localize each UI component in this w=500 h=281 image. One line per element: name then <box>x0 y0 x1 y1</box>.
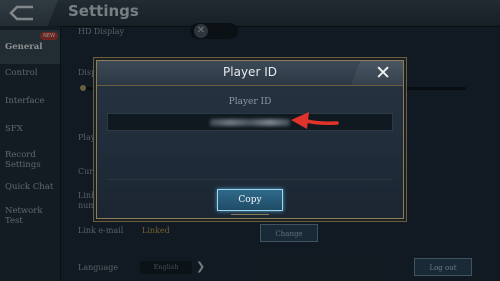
redacted-player-id <box>210 119 290 126</box>
divider <box>107 179 393 180</box>
close-icon: ✕ <box>375 62 391 84</box>
copy-button[interactable]: Copy <box>217 189 283 211</box>
frame-ornament <box>231 214 269 221</box>
player-id-dialog: Player ID ✕ Player ID Copy <box>96 60 404 219</box>
dialog-header: Player ID ✕ <box>97 61 403 86</box>
player-id-label: Player ID <box>228 97 272 107</box>
red-arrow-icon <box>291 112 339 129</box>
player-id-field <box>107 113 393 131</box>
